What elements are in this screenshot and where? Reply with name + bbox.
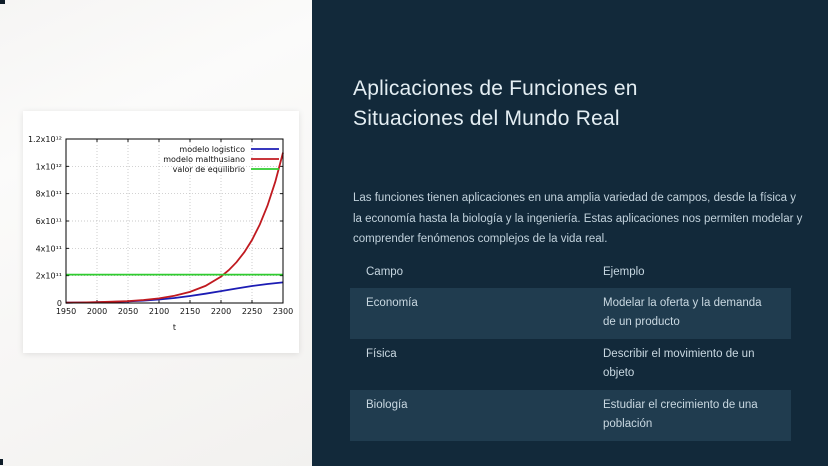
svg-text:2050: 2050 <box>118 307 138 316</box>
svg-text:modelo logistico: modelo logistico <box>179 145 245 154</box>
cell-campo: Economía <box>350 288 587 339</box>
chart-card: 1950 2000 2050 2100 2150 2200 2250 2300 0 2x10¹¹ 4… <box>23 111 299 353</box>
applications-table: Campo Ejemplo Economía Modelar la oferta… <box>350 258 791 441</box>
svg-text:valor de equilibrio: valor de equilibrio <box>173 165 245 174</box>
title-line-2: Situaciones del Mundo Real <box>353 104 793 134</box>
population-models-chart: 1950 2000 2050 2100 2150 2200 2250 2300 0 2x10¹¹ 4… <box>23 111 299 353</box>
table-header-row: Campo Ejemplo <box>350 258 791 288</box>
table-row-economia: Economía Modelar la oferta y la demanda … <box>350 288 791 339</box>
svg-text:0: 0 <box>57 299 62 308</box>
svg-text:1950: 1950 <box>56 307 76 316</box>
svg-text:1x10¹²: 1x10¹² <box>36 162 62 171</box>
cell-campo: Física <box>350 339 587 390</box>
svg-text:8x10¹¹: 8x10¹¹ <box>36 190 62 199</box>
screen-artifact-bottom <box>0 459 3 465</box>
slide-paragraph: Las funciones tienen aplicaciones en una… <box>353 188 803 250</box>
column-header-campo: Campo <box>350 258 587 288</box>
presentation-slide: 1950 2000 2050 2100 2150 2200 2250 2300 0 2x10¹¹ 4… <box>0 0 828 466</box>
cell-ejemplo: Describir el movimiento de un objeto <box>587 339 791 390</box>
table-row-fisica: Física Describir el movimiento de un obj… <box>350 339 791 390</box>
column-header-ejemplo: Ejemplo <box>587 258 791 288</box>
svg-text:4x10¹¹: 4x10¹¹ <box>36 244 62 253</box>
screen-artifact-top <box>0 0 5 4</box>
content-panel: Aplicaciones de Funciones en Situaciones… <box>312 0 828 466</box>
svg-text:2150: 2150 <box>180 307 200 316</box>
svg-text:2250: 2250 <box>242 307 262 316</box>
svg-text:1.2x10¹²: 1.2x10¹² <box>28 135 62 144</box>
svg-text:2x10¹¹: 2x10¹¹ <box>36 272 62 281</box>
cell-ejemplo: Estudiar el crecimiento de una población <box>587 390 791 441</box>
svg-text:2000: 2000 <box>87 307 107 316</box>
slide-title: Aplicaciones de Funciones en Situaciones… <box>353 74 793 134</box>
svg-text:2100: 2100 <box>149 307 169 316</box>
chart-panel: 1950 2000 2050 2100 2150 2200 2250 2300 0 2x10¹¹ 4… <box>0 0 312 466</box>
svg-text:t: t <box>173 323 176 332</box>
title-line-1: Aplicaciones de Funciones en <box>353 74 793 104</box>
table-row-biologia: Biología Estudiar el crecimiento de una … <box>350 390 791 441</box>
svg-text:6x10¹¹: 6x10¹¹ <box>36 217 62 226</box>
svg-text:modelo malthusiano: modelo malthusiano <box>163 155 245 164</box>
svg-text:2200: 2200 <box>211 307 231 316</box>
cell-ejemplo: Modelar la oferta y la demanda de un pro… <box>587 288 791 339</box>
cell-campo: Biología <box>350 390 587 441</box>
svg-text:2300: 2300 <box>273 307 293 316</box>
